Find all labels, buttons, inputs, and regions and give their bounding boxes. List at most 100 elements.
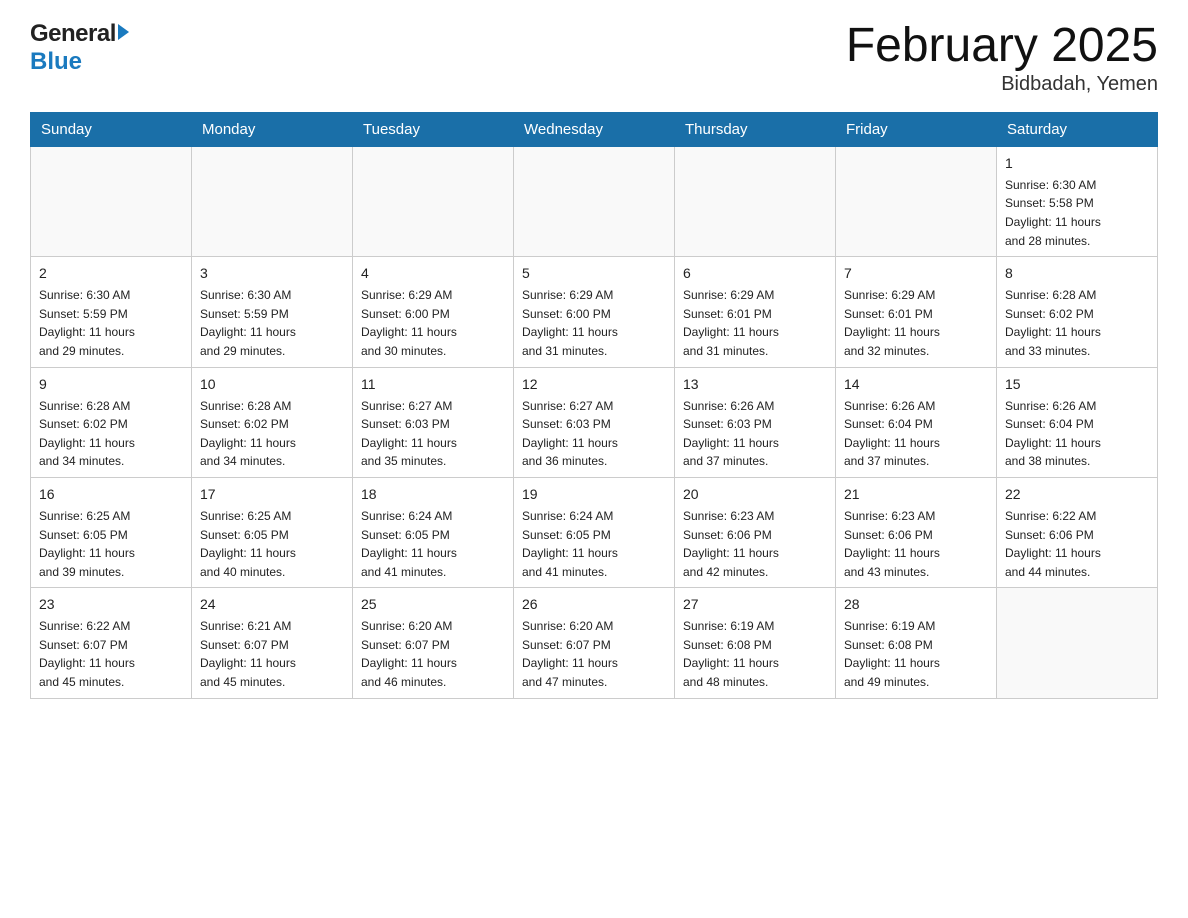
day-info: Sunrise: 6:23 AM Sunset: 6:06 PM Dayligh… (683, 507, 827, 581)
calendar-cell: 26Sunrise: 6:20 AM Sunset: 6:07 PM Dayli… (514, 588, 675, 698)
weekday-header-sunday: Sunday (31, 112, 192, 146)
calendar-cell: 13Sunrise: 6:26 AM Sunset: 6:03 PM Dayli… (675, 367, 836, 477)
calendar-week-row: 9Sunrise: 6:28 AM Sunset: 6:02 PM Daylig… (31, 367, 1158, 477)
day-info: Sunrise: 6:29 AM Sunset: 6:01 PM Dayligh… (844, 286, 988, 360)
day-info: Sunrise: 6:28 AM Sunset: 6:02 PM Dayligh… (1005, 286, 1149, 360)
day-number: 21 (844, 484, 988, 505)
calendar-header-row: SundayMondayTuesdayWednesdayThursdayFrid… (31, 112, 1158, 146)
day-number: 1 (1005, 153, 1149, 174)
day-info: Sunrise: 6:30 AM Sunset: 5:59 PM Dayligh… (200, 286, 344, 360)
calendar-week-row: 2Sunrise: 6:30 AM Sunset: 5:59 PM Daylig… (31, 257, 1158, 367)
calendar-cell (31, 146, 192, 256)
calendar-table: SundayMondayTuesdayWednesdayThursdayFrid… (30, 112, 1158, 699)
logo-blue-text: Blue (30, 48, 82, 76)
day-info: Sunrise: 6:24 AM Sunset: 6:05 PM Dayligh… (361, 507, 505, 581)
calendar-cell: 21Sunrise: 6:23 AM Sunset: 6:06 PM Dayli… (836, 477, 997, 587)
day-info: Sunrise: 6:22 AM Sunset: 6:07 PM Dayligh… (39, 617, 183, 691)
logo-arrow-icon (118, 24, 129, 40)
calendar-cell: 27Sunrise: 6:19 AM Sunset: 6:08 PM Dayli… (675, 588, 836, 698)
weekday-header-tuesday: Tuesday (353, 112, 514, 146)
day-number: 22 (1005, 484, 1149, 505)
weekday-header-saturday: Saturday (997, 112, 1158, 146)
calendar-cell: 5Sunrise: 6:29 AM Sunset: 6:00 PM Daylig… (514, 257, 675, 367)
day-number: 8 (1005, 263, 1149, 284)
day-info: Sunrise: 6:19 AM Sunset: 6:08 PM Dayligh… (844, 617, 988, 691)
day-info: Sunrise: 6:25 AM Sunset: 6:05 PM Dayligh… (39, 507, 183, 581)
calendar-cell: 17Sunrise: 6:25 AM Sunset: 6:05 PM Dayli… (192, 477, 353, 587)
day-info: Sunrise: 6:28 AM Sunset: 6:02 PM Dayligh… (39, 397, 183, 471)
calendar-cell: 19Sunrise: 6:24 AM Sunset: 6:05 PM Dayli… (514, 477, 675, 587)
day-number: 12 (522, 374, 666, 395)
day-number: 23 (39, 594, 183, 615)
calendar-week-row: 16Sunrise: 6:25 AM Sunset: 6:05 PM Dayli… (31, 477, 1158, 587)
day-number: 10 (200, 374, 344, 395)
day-number: 18 (361, 484, 505, 505)
day-info: Sunrise: 6:20 AM Sunset: 6:07 PM Dayligh… (522, 617, 666, 691)
calendar-cell: 3Sunrise: 6:30 AM Sunset: 5:59 PM Daylig… (192, 257, 353, 367)
day-number: 3 (200, 263, 344, 284)
calendar-cell: 8Sunrise: 6:28 AM Sunset: 6:02 PM Daylig… (997, 257, 1158, 367)
calendar-cell (997, 588, 1158, 698)
calendar-cell: 10Sunrise: 6:28 AM Sunset: 6:02 PM Dayli… (192, 367, 353, 477)
calendar-week-row: 1Sunrise: 6:30 AM Sunset: 5:58 PM Daylig… (31, 146, 1158, 256)
calendar-cell: 18Sunrise: 6:24 AM Sunset: 6:05 PM Dayli… (353, 477, 514, 587)
day-number: 27 (683, 594, 827, 615)
day-number: 7 (844, 263, 988, 284)
day-number: 11 (361, 374, 505, 395)
day-number: 25 (361, 594, 505, 615)
day-info: Sunrise: 6:22 AM Sunset: 6:06 PM Dayligh… (1005, 507, 1149, 581)
day-number: 26 (522, 594, 666, 615)
calendar-week-row: 23Sunrise: 6:22 AM Sunset: 6:07 PM Dayli… (31, 588, 1158, 698)
day-info: Sunrise: 6:26 AM Sunset: 6:03 PM Dayligh… (683, 397, 827, 471)
calendar-cell (675, 146, 836, 256)
calendar-cell (192, 146, 353, 256)
day-info: Sunrise: 6:23 AM Sunset: 6:06 PM Dayligh… (844, 507, 988, 581)
day-number: 16 (39, 484, 183, 505)
month-title: February 2025 (846, 20, 1158, 73)
day-info: Sunrise: 6:26 AM Sunset: 6:04 PM Dayligh… (844, 397, 988, 471)
day-info: Sunrise: 6:30 AM Sunset: 5:59 PM Dayligh… (39, 286, 183, 360)
calendar-cell: 15Sunrise: 6:26 AM Sunset: 6:04 PM Dayli… (997, 367, 1158, 477)
day-number: 14 (844, 374, 988, 395)
day-info: Sunrise: 6:27 AM Sunset: 6:03 PM Dayligh… (522, 397, 666, 471)
calendar-cell (353, 146, 514, 256)
day-number: 9 (39, 374, 183, 395)
weekday-header-monday: Monday (192, 112, 353, 146)
calendar-cell: 14Sunrise: 6:26 AM Sunset: 6:04 PM Dayli… (836, 367, 997, 477)
calendar-cell: 16Sunrise: 6:25 AM Sunset: 6:05 PM Dayli… (31, 477, 192, 587)
logo-general-text: General (30, 20, 116, 48)
calendar-cell: 22Sunrise: 6:22 AM Sunset: 6:06 PM Dayli… (997, 477, 1158, 587)
day-number: 13 (683, 374, 827, 395)
calendar-cell: 6Sunrise: 6:29 AM Sunset: 6:01 PM Daylig… (675, 257, 836, 367)
calendar-cell: 24Sunrise: 6:21 AM Sunset: 6:07 PM Dayli… (192, 588, 353, 698)
page-header: General Blue February 2025 Bidbadah, Yem… (30, 20, 1158, 96)
day-info: Sunrise: 6:27 AM Sunset: 6:03 PM Dayligh… (361, 397, 505, 471)
calendar-cell: 28Sunrise: 6:19 AM Sunset: 6:08 PM Dayli… (836, 588, 997, 698)
day-info: Sunrise: 6:30 AM Sunset: 5:58 PM Dayligh… (1005, 176, 1149, 250)
weekday-header-thursday: Thursday (675, 112, 836, 146)
day-info: Sunrise: 6:24 AM Sunset: 6:05 PM Dayligh… (522, 507, 666, 581)
day-info: Sunrise: 6:29 AM Sunset: 6:01 PM Dayligh… (683, 286, 827, 360)
title-block: February 2025 Bidbadah, Yemen (846, 20, 1158, 96)
day-number: 5 (522, 263, 666, 284)
day-number: 24 (200, 594, 344, 615)
logo: General Blue (30, 20, 129, 76)
calendar-cell: 9Sunrise: 6:28 AM Sunset: 6:02 PM Daylig… (31, 367, 192, 477)
calendar-cell: 11Sunrise: 6:27 AM Sunset: 6:03 PM Dayli… (353, 367, 514, 477)
day-number: 17 (200, 484, 344, 505)
day-number: 4 (361, 263, 505, 284)
calendar-cell: 25Sunrise: 6:20 AM Sunset: 6:07 PM Dayli… (353, 588, 514, 698)
day-number: 2 (39, 263, 183, 284)
day-info: Sunrise: 6:28 AM Sunset: 6:02 PM Dayligh… (200, 397, 344, 471)
day-number: 28 (844, 594, 988, 615)
calendar-cell: 20Sunrise: 6:23 AM Sunset: 6:06 PM Dayli… (675, 477, 836, 587)
calendar-cell: 2Sunrise: 6:30 AM Sunset: 5:59 PM Daylig… (31, 257, 192, 367)
day-info: Sunrise: 6:25 AM Sunset: 6:05 PM Dayligh… (200, 507, 344, 581)
calendar-cell (514, 146, 675, 256)
day-number: 6 (683, 263, 827, 284)
day-info: Sunrise: 6:29 AM Sunset: 6:00 PM Dayligh… (361, 286, 505, 360)
calendar-cell: 23Sunrise: 6:22 AM Sunset: 6:07 PM Dayli… (31, 588, 192, 698)
calendar-cell: 12Sunrise: 6:27 AM Sunset: 6:03 PM Dayli… (514, 367, 675, 477)
day-info: Sunrise: 6:26 AM Sunset: 6:04 PM Dayligh… (1005, 397, 1149, 471)
calendar-cell (836, 146, 997, 256)
